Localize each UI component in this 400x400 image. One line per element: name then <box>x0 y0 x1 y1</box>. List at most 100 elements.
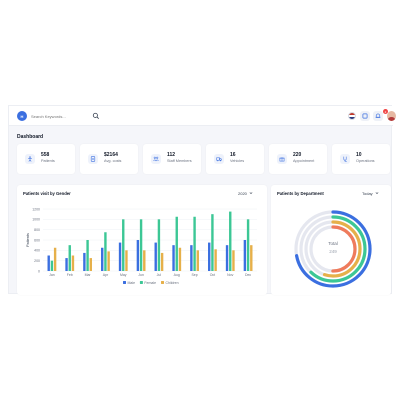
avatar[interactable] <box>387 111 396 121</box>
bar-female <box>86 240 89 271</box>
y-tick-label: 1000 <box>32 218 40 222</box>
bar-female <box>175 216 178 271</box>
top-bar: H 2 <box>9 106 396 126</box>
stat-card-staff[interactable]: 112 Staff Members <box>143 144 201 174</box>
stat-card-vehicles[interactable]: 16 Vehicles <box>206 144 264 174</box>
bar-female <box>139 219 143 271</box>
bar-male <box>208 242 211 271</box>
bell-icon <box>375 113 381 118</box>
bar-female <box>193 216 196 271</box>
legend-label: Children <box>166 281 179 285</box>
stat-label: Staff Members <box>167 159 192 163</box>
bar-male <box>65 258 68 271</box>
y-tick-label: 200 <box>34 259 40 263</box>
notifications-button[interactable] <box>373 111 383 121</box>
bar-children <box>232 250 235 271</box>
bar-female <box>104 232 107 271</box>
gender-chart-panel: Patients visit by Gender 2020 0 200 400 600… <box>17 185 267 295</box>
language-flag-icon[interactable] <box>348 112 356 120</box>
bar-female <box>157 219 161 271</box>
bar-children <box>53 247 57 271</box>
legend-label: Female <box>144 281 156 285</box>
bar-female <box>246 219 250 271</box>
accessibility-icon <box>25 154 35 164</box>
stat-label: Patients <box>41 159 55 163</box>
bar-male <box>47 255 50 271</box>
bar-male <box>154 242 157 271</box>
bar-children <box>71 255 75 271</box>
x-tick-label: Mar <box>85 273 92 277</box>
ambulance-icon <box>214 154 224 164</box>
gender-bar-chart: 0 200 400 600 800 1000 1200 Patients Jan Feb Mar Ap… <box>26 207 257 285</box>
fullscreen-button[interactable] <box>360 111 370 121</box>
stat-value: 220 <box>293 152 302 158</box>
stat-card-operations[interactable]: 10 Operations <box>332 144 390 174</box>
x-tick-label: Feb <box>67 273 73 277</box>
bar-children <box>143 250 146 271</box>
bar-children <box>178 247 182 271</box>
bar-children <box>214 249 217 271</box>
radial-center-value: 249 <box>329 249 337 254</box>
x-tick-label: Aug <box>174 273 180 277</box>
bar-female <box>229 211 232 271</box>
legend-label: Male <box>128 281 136 285</box>
bar-female <box>211 214 214 271</box>
bar-male <box>118 242 122 271</box>
search-icon[interactable] <box>92 112 100 120</box>
page-title: Dashboard <box>17 134 44 140</box>
gift-calendar-icon <box>277 154 287 164</box>
stat-value: 10 <box>356 152 362 158</box>
bar-male <box>101 247 104 271</box>
fullscreen-icon <box>362 113 368 119</box>
stat-card-avg-costs[interactable]: $2164 Avg. costs <box>80 144 138 174</box>
bar-children <box>107 251 110 271</box>
y-tick-label: 800 <box>34 228 40 232</box>
y-tick-label: 600 <box>34 238 40 242</box>
stat-value: 558 <box>41 152 50 158</box>
bar-male <box>136 240 140 271</box>
stat-label: Avg. costs <box>104 159 122 163</box>
legend-swatch <box>139 281 143 284</box>
bar-male <box>243 240 247 271</box>
bar-male <box>83 252 86 271</box>
x-tick-label: May <box>120 273 127 277</box>
stat-label: Operations <box>356 159 375 163</box>
x-tick-label: Jan <box>49 273 55 277</box>
x-tick-label: Sep <box>191 273 197 277</box>
y-tick-label: 0 <box>38 269 40 273</box>
bar-male <box>225 245 229 271</box>
stat-value: 16 <box>230 152 236 158</box>
bar-female <box>50 260 54 271</box>
x-tick-label: Apr <box>103 273 109 277</box>
staff-icon <box>151 154 161 164</box>
stat-label: Appointment <box>293 159 315 163</box>
stat-card-patients[interactable]: 558 Patients <box>17 144 75 174</box>
bar-children <box>125 250 128 271</box>
bar-female <box>122 219 125 271</box>
y-tick-label: 1200 <box>32 207 40 211</box>
y-tick-label: 400 <box>34 249 40 253</box>
search-input[interactable] <box>31 112 93 120</box>
department-chart-panel: Patients by Department Today Total 249 <box>271 185 391 295</box>
x-tick-label: Oct <box>210 273 215 277</box>
stat-card-appointment[interactable]: 220 Appointment <box>269 144 327 174</box>
bar-children <box>89 258 92 271</box>
x-tick-label: Jul <box>157 273 162 277</box>
bar-children <box>196 250 199 271</box>
bar-male <box>172 245 175 271</box>
y-axis-label: Patients <box>26 233 30 247</box>
bar-female <box>68 245 71 271</box>
bar-children <box>250 245 253 271</box>
dashboard-app: H 2 Dashboard 558 Patients <box>8 105 396 295</box>
stat-value: $2164 <box>104 152 118 158</box>
invoice-icon <box>88 154 98 164</box>
operations-icon <box>340 154 350 164</box>
stat-label: Vehicles <box>230 159 245 163</box>
legend-swatch <box>123 281 126 284</box>
radial-center-label: Total <box>328 241 338 246</box>
department-radial-chart: Total 249 <box>294 210 372 288</box>
legend-swatch <box>161 281 164 284</box>
bar-male <box>190 245 193 271</box>
logo[interactable]: H <box>17 111 27 121</box>
stat-value: 112 <box>167 152 176 158</box>
